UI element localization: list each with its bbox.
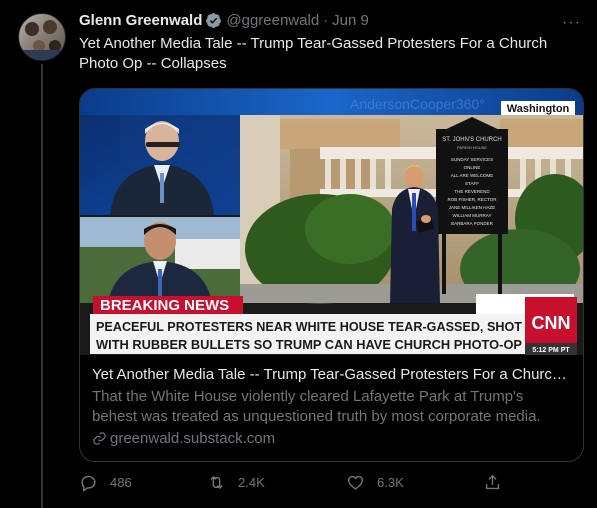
broadcast-time: 5:12 PM PT [532,347,570,354]
retweet-icon [210,475,223,490]
church-sign-title: ST. JOHN'S CHURCH [442,137,501,143]
verified-badge-icon [206,13,222,28]
chyron-headline-line1: PEACEFUL PROTESTERS NEAR WHITE HOUSE TEA… [96,319,522,334]
retweet-count: 2.4K [238,475,265,490]
like-count: 6.3K [377,475,404,490]
link-icon [93,432,106,445]
share-button[interactable] [483,473,514,492]
show-watermark: AndersonCooper360° [350,96,485,112]
author-name[interactable]: Glenn Greenwald [79,12,202,29]
avatar[interactable] [18,13,66,61]
church-sign-line: WILLIAM MURRAY [453,213,492,218]
church-sign-line: STAFF [465,181,479,186]
tweet-header: Glenn Greenwald @ggreenwald · Jun 9 [79,12,369,29]
author-handle[interactable]: @ggreenwald [226,12,319,29]
card-domain-text[interactable]: greenwald.substack.com [110,430,275,447]
location-tag: Washington [507,103,570,115]
reply-button[interactable]: 486 [79,473,132,492]
church-sign-line: ALL ARE WELCOME [451,173,494,178]
card-image: AndersonCooper360° ST. JOHN'S CHURCH PAR… [80,89,583,355]
share-icon [485,474,500,490]
action-bar: 486 2.4K 6.3K [79,473,519,495]
separator-dot: · [323,12,329,29]
chyron-headline-line2: WITH RUBBER BULLETS SO TRUMP CAN HAVE CH… [96,337,522,352]
card-body[interactable]: Yet Another Media Tale -- Trump Tear-Gas… [92,365,572,447]
card-description: That the White House violently cleared L… [92,388,541,425]
card-domain[interactable]: greenwald.substack.com [92,430,572,447]
heart-icon [347,475,364,490]
church-sign-line: JANE MILLIKEN HAZE [449,205,496,210]
church-sign-line: SUNDAY SERVICES [451,157,493,162]
breaking-news-banner: BREAKING NEWS [100,297,229,314]
tweet-date[interactable]: Jun 9 [332,12,369,29]
cnn-logo: CNN [532,313,571,333]
tweet-text: Yet Another Media Tale -- Trump Tear-Gas… [79,35,548,72]
retweet-button[interactable]: 2.4K [207,473,265,492]
church-sign-line: ROB FISHER, RECTOR [448,197,498,202]
church-sign-line: ONLINE [464,165,481,170]
thread-line [41,64,43,508]
like-button[interactable]: 6.3K [346,473,404,492]
reply-count: 486 [110,475,132,490]
reply-icon [81,475,96,492]
church-sign-line: BARBARA PONDER [451,221,494,226]
more-options-icon[interactable]: ··· [562,14,581,32]
link-card[interactable]: AndersonCooper360° ST. JOHN'S CHURCH PAR… [79,88,584,462]
church-sign-line: THE REVEREND [454,189,490,194]
church-sign-subtitle: PARISH HOUSE [457,145,487,150]
card-title[interactable]: Yet Another Media Tale -- Trump Tear-Gas… [92,365,572,385]
